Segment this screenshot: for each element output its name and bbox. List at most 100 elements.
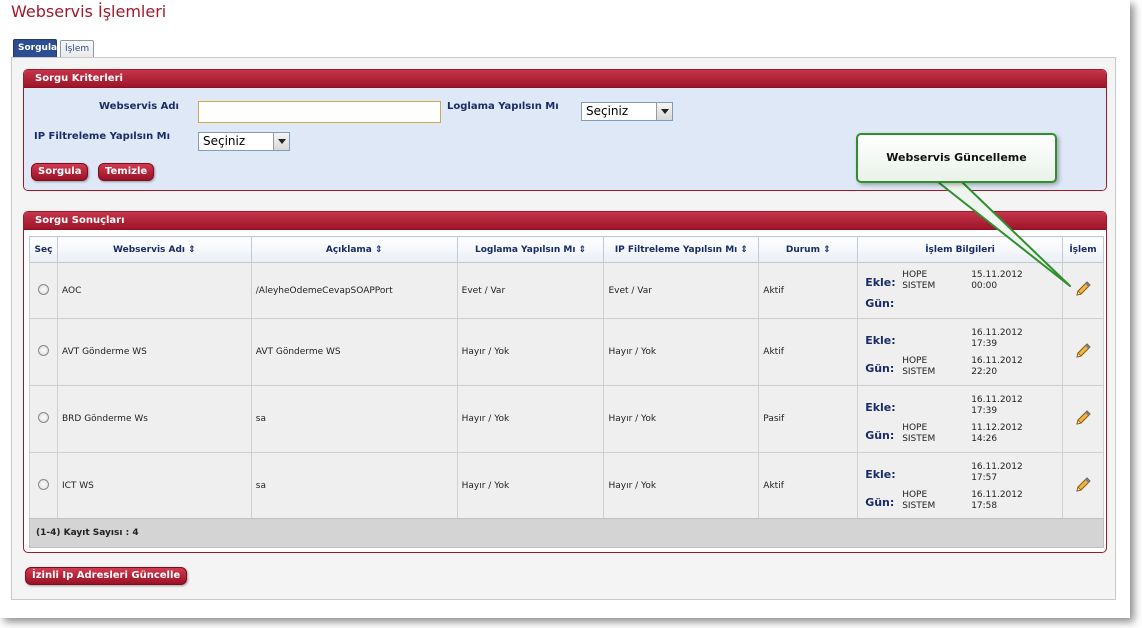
column-header-durum[interactable]: Durum ⇕: [758, 236, 859, 263]
info-gun: Gün: HOPE SISTEM 11.12.2012 14:26: [860, 419, 1060, 447]
info-ekle-label: Ekle:: [865, 401, 896, 414]
row-select-radio[interactable]: [37, 345, 49, 356]
info-ekle-user: HOPE SISTEM: [902, 269, 936, 291]
info-gun-user: HOPE SISTEM: [902, 490, 936, 511]
izinli-ip-guncelle-button[interactable]: İzinli Ip Adresleri Güncelle: [25, 567, 188, 585]
results-table: Seç Webservis Adı ⇕ Açıklama ⇕ Loglama Y…: [29, 236, 1105, 520]
chevron-down-icon[interactable]: [656, 103, 672, 120]
tab-sorgula[interactable]: Sorgula: [13, 39, 57, 58]
table-row: BRD Gönderme Ws sa Hayır / Yok Hayır / Y…: [29, 385, 1105, 453]
criteria-header: Sorgu Kriterleri: [24, 70, 1106, 88]
select-cell: [29, 452, 58, 520]
info-ekle-date: 16.11.2012 17:57: [971, 462, 1023, 483]
cell-aciklama: sa: [250, 452, 458, 520]
info-gun-label: Gün:: [865, 429, 895, 442]
column-header-islem: İşlem: [1061, 236, 1105, 263]
table-row: ICT WS sa Hayır / Yok Hayır / Yok Aktif …: [29, 452, 1105, 520]
cell-webservis-adi: AVT Gönderme WS: [56, 318, 252, 386]
info-gun: Gün: HOPE SISTEM 16.11.2012 22:20: [860, 352, 1060, 380]
cell-webservis-adi: BRD Gönderme Ws: [56, 385, 252, 453]
cell-islem: [1061, 452, 1105, 520]
info-ekle: Ekle: 16.11.2012 17:39: [860, 391, 1060, 419]
cell-ip-filtreleme: Hayır / Yok: [603, 452, 760, 520]
results-header: Sorgu Sonuçları: [24, 212, 1106, 230]
loglama-label: Loglama Yapılsın Mı: [447, 101, 559, 112]
ip-filtreleme-label: IP Filtreleme Yapılsın Mı: [34, 131, 171, 142]
cell-islem: [1061, 385, 1105, 453]
info-gun-date: 16.11.2012 17:58: [971, 490, 1023, 511]
info-gun-label: Gün:: [865, 362, 895, 375]
info-ekle-date: 16.11.2012 17:39: [971, 328, 1023, 349]
column-header-webservis-adi[interactable]: Webservis Adı ⇕: [56, 236, 252, 263]
cell-webservis-adi: ICT WS: [56, 452, 252, 520]
loglama-select[interactable]: Seçiniz: [581, 102, 673, 121]
callout-webservis-guncelleme: Webservis Güncelleme: [856, 133, 1057, 183]
column-header-islem-bilgileri: İşlem Bilgileri: [857, 236, 1063, 263]
cell-islem-bilgileri: Ekle: 16.11.2012 17:57 Gün: HOPE SISTEM 16…: [857, 452, 1063, 520]
sorgula-button[interactable]: Sorgula: [31, 163, 89, 181]
cell-islem-bilgileri: Ekle: HOPE SISTEM 15.11.2012 00:00 Gün:: [857, 262, 1063, 319]
info-ekle-label: Ekle:: [865, 334, 896, 347]
cell-durum: Aktif: [758, 318, 859, 386]
cell-aciklama: sa: [250, 385, 458, 453]
loglama-select-value: Seçiniz: [586, 104, 629, 118]
row-select-radio[interactable]: [37, 479, 49, 490]
cell-ip-filtreleme: Hayır / Yok: [603, 318, 760, 386]
info-gun: Gün:: [860, 295, 1060, 315]
cell-durum: Pasif: [758, 385, 859, 453]
info-gun-label: Gün:: [865, 296, 895, 310]
cell-ip-filtreleme: Hayır / Yok: [603, 385, 760, 453]
column-header-ip-filtreleme[interactable]: IP Filtreleme Yapılsın Mı ⇕: [603, 236, 760, 263]
webservis-adi-label: Webservis Adı: [99, 101, 179, 112]
table-header-row: Seç Webservis Adı ⇕ Açıklama ⇕ Loglama Y…: [29, 236, 1105, 263]
info-ekle-label: Ekle:: [865, 468, 896, 481]
cell-durum: Aktif: [758, 262, 859, 319]
column-header-loglama[interactable]: Loglama Yapılsın Mı ⇕: [456, 236, 605, 263]
info-ekle-label: Ekle:: [865, 275, 896, 289]
pencil-icon[interactable]: [1074, 280, 1092, 298]
info-gun-user: HOPE SISTEM: [902, 423, 936, 444]
cell-webservis-adi: AOC: [56, 262, 252, 319]
info-gun-date: 16.11.2012 22:20: [971, 356, 1023, 377]
cell-durum: Aktif: [758, 452, 859, 520]
chevron-down-icon[interactable]: [273, 133, 289, 150]
ip-filtreleme-select[interactable]: Seçiniz: [198, 132, 290, 151]
info-gun-date: 11.12.2012 14:26: [971, 423, 1023, 444]
pencil-icon[interactable]: [1074, 409, 1092, 427]
select-cell: [29, 385, 58, 453]
results-section: Sorgu Sonuçları Seç Webservis Adı ⇕ Açık…: [23, 211, 1107, 553]
pencil-icon[interactable]: [1074, 342, 1092, 360]
select-cell: [29, 262, 58, 319]
webservis-adi-input[interactable]: [198, 101, 441, 123]
info-gun-user: HOPE SISTEM: [902, 356, 936, 377]
column-header-aciklama[interactable]: Açıklama ⇕: [250, 236, 458, 263]
info-ekle: Ekle: 16.11.2012 17:39: [860, 324, 1060, 352]
info-gun-label: Gün:: [865, 496, 895, 509]
page-title: Webservis İşlemleri: [11, 2, 167, 21]
info-gun: Gün: HOPE SISTEM 16.11.2012 17:58: [860, 486, 1060, 514]
info-ekle-date: 16.11.2012 17:39: [971, 395, 1023, 416]
pencil-icon[interactable]: [1074, 476, 1092, 494]
cell-ip-filtreleme: Evet / Var: [603, 262, 760, 319]
temizle-button[interactable]: Temizle: [98, 163, 155, 181]
info-ekle: Ekle: 16.11.2012 17:57: [860, 458, 1060, 486]
cell-loglama: Hayır / Yok: [456, 452, 605, 520]
cell-islem-bilgileri: Ekle: 16.11.2012 17:39 Gün: HOPE SISTEM 11…: [857, 385, 1063, 453]
cell-loglama: Hayır / Yok: [456, 385, 605, 453]
info-ekle-date: 15.11.2012 00:00: [971, 269, 1023, 291]
select-cell: [29, 318, 58, 386]
cell-islem: [1061, 318, 1105, 386]
record-count: (1-4) Kayıt Sayısı : 4: [29, 518, 1104, 548]
cell-islem-bilgileri: Ekle: 16.11.2012 17:39 Gün: HOPE SISTEM 16…: [857, 318, 1063, 386]
callout-text: Webservis Güncelleme: [886, 151, 1027, 164]
cell-loglama: Hayır / Yok: [456, 318, 605, 386]
cell-aciklama: AVT Gönderme WS: [250, 318, 458, 386]
cell-loglama: Evet / Var: [456, 262, 605, 319]
ip-filtreleme-select-value: Seçiniz: [203, 134, 246, 148]
row-select-radio[interactable]: [37, 283, 49, 295]
tab-islem[interactable]: İşlem: [60, 40, 94, 58]
row-select-radio[interactable]: [37, 412, 49, 423]
cell-aciklama: /AleyheOdemeCevapSOAPPort: [250, 262, 458, 319]
info-ekle: Ekle: HOPE SISTEM 15.11.2012 00:00: [860, 267, 1060, 295]
column-header-sec: Seç: [29, 236, 58, 263]
